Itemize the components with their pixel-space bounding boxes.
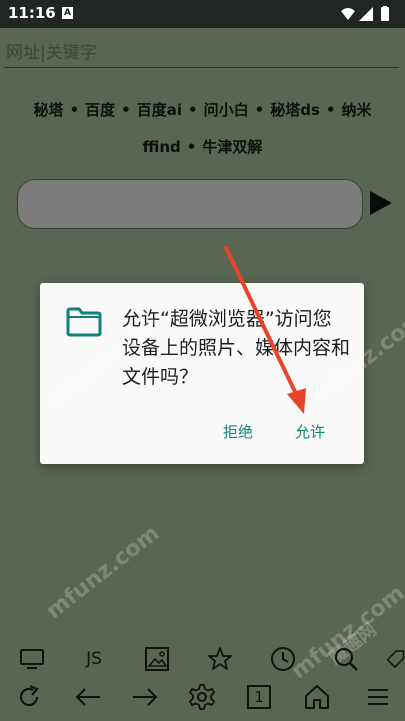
wifi-icon — [341, 8, 355, 20]
notification-a-icon: A — [62, 7, 73, 19]
link-mita-ds[interactable]: 秘塔ds — [270, 101, 320, 119]
quick-links-row-1: 秘塔 • 百度 • 百度ai • 问小白 • 秘塔ds • 纳米 — [33, 101, 372, 119]
folder-icon — [66, 307, 102, 337]
link-ffind[interactable]: ffind — [143, 138, 181, 156]
refresh-icon — [19, 684, 39, 706]
forward-arrow-icon — [133, 688, 158, 706]
tag-button[interactable] — [386, 641, 405, 677]
allow-button[interactable]: 允许 — [295, 421, 325, 442]
search-icon — [335, 648, 358, 671]
forward-button[interactable] — [127, 679, 163, 715]
toolbar-top: JS — [0, 641, 405, 677]
url-input[interactable] — [4, 38, 399, 68]
link-wenxiaobai[interactable]: 问小白 — [204, 101, 249, 119]
status-bar: 11:16 A — [0, 0, 405, 28]
settings-icon — [189, 684, 215, 710]
status-indicators — [341, 6, 389, 21]
dialog-message: 允许“超微浏览器”访问您设备上的照片、媒体内容和文件吗？ — [122, 308, 351, 388]
back-button[interactable] — [70, 679, 106, 715]
search-field[interactable] — [17, 179, 363, 229]
back-arrow-icon — [75, 688, 100, 706]
js-toggle-button[interactable]: JS — [76, 641, 112, 677]
js-label: JS — [86, 649, 102, 669]
permission-dialog: 允许“超微浏览器”访问您设备上的照片、媒体内容和文件吗？ 拒绝 允许 — [40, 283, 364, 464]
image-icon — [145, 647, 169, 671]
go-arrow-icon[interactable] — [369, 190, 393, 216]
home-button[interactable] — [299, 679, 335, 715]
toolbar-bottom: 1 — [0, 679, 405, 715]
link-mita[interactable]: 秘塔 — [34, 101, 64, 119]
desktop-icon — [20, 649, 44, 669]
menu-icon — [368, 689, 388, 705]
deny-button[interactable]: 拒绝 — [223, 421, 253, 442]
link-baidu-ai[interactable]: 百度ai — [137, 101, 182, 119]
star-icon — [208, 647, 232, 670]
link-baidu[interactable]: 百度 — [85, 101, 115, 119]
quick-links: 秘塔 • 百度 • 百度ai • 问小白 • 秘塔ds • 纳米 ffind • 牛津双解 — [0, 92, 405, 166]
tabs-button[interactable]: 1 — [241, 679, 277, 715]
tag-icon — [386, 650, 405, 669]
search-button[interactable] — [328, 641, 364, 677]
refresh-button[interactable] — [11, 679, 47, 715]
history-button[interactable] — [265, 641, 301, 677]
settings-button[interactable] — [184, 679, 220, 715]
status-time: 11:16 — [8, 4, 56, 22]
image-toggle-button[interactable] — [139, 641, 175, 677]
link-oxford[interactable]: 牛津双解 — [202, 138, 262, 156]
home-icon — [305, 685, 329, 709]
battery-icon — [381, 7, 389, 21]
desktop-mode-button[interactable] — [14, 641, 50, 677]
bookmark-button[interactable] — [202, 641, 238, 677]
clock-icon — [271, 647, 295, 671]
menu-button[interactable] — [360, 679, 396, 715]
notification-a-label: A — [64, 8, 71, 18]
signal-icon — [359, 7, 373, 21]
quick-links-row-2: ffind • 牛津双解 — [142, 138, 263, 156]
link-nami[interactable]: 纳米 — [341, 101, 371, 119]
tabs-count: 1 — [247, 685, 271, 709]
